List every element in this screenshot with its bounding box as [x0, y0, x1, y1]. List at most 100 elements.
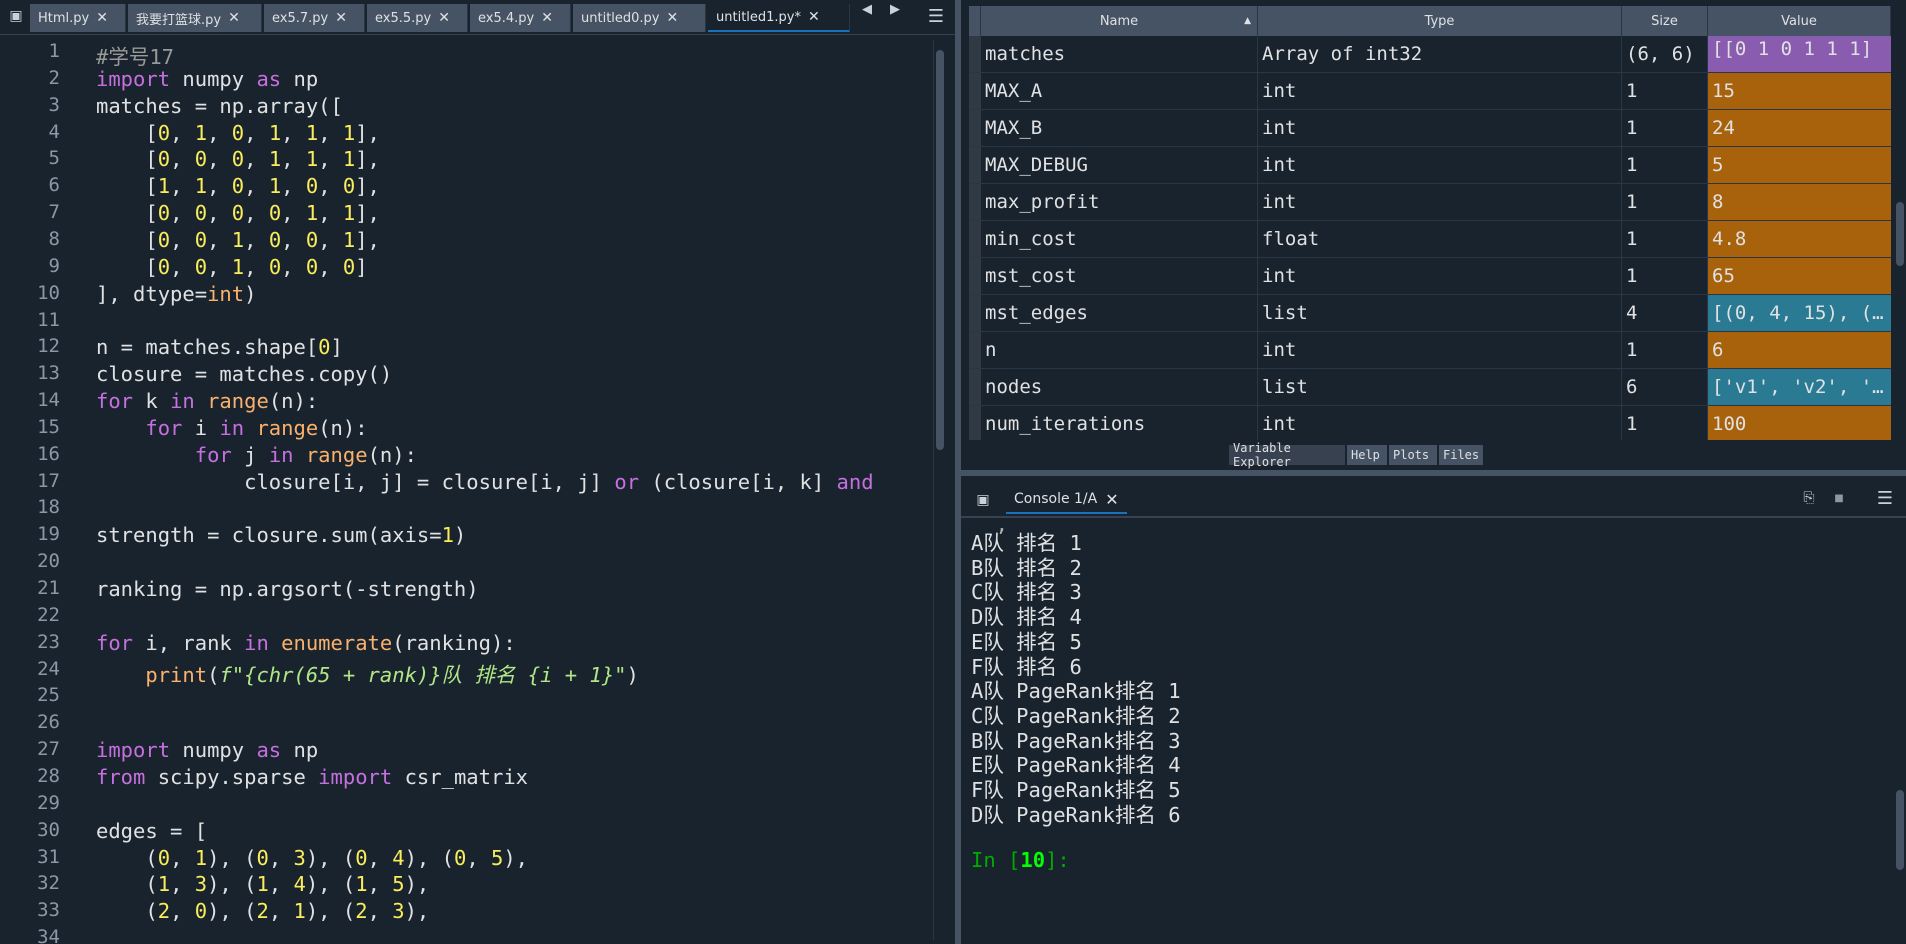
pane-tab[interactable]: Plots	[1389, 445, 1437, 465]
code-line[interactable]: ], dtype=int)	[96, 282, 256, 306]
code-line[interactable]: print(f"{chr(65 + rank)}队 排名 {i + 1}")	[96, 658, 638, 688]
variable-row[interactable]: mst_cost int 1 65	[969, 258, 1891, 295]
code-line[interactable]: closure[i, j] = closure[i, j] or (closur…	[96, 470, 873, 494]
pane-tab[interactable]: Variable Explorer	[1229, 441, 1345, 469]
close-icon[interactable]: ✕	[438, 10, 450, 26]
editor-tab[interactable]: untitled0.py ✕	[573, 4, 706, 32]
variable-value[interactable]: [(0, 4, 15), (…	[1708, 295, 1891, 331]
code-line[interactable]: (1, 3), (1, 4), (1, 5),	[96, 872, 429, 896]
code-line[interactable]: matches = np.array([	[96, 94, 343, 118]
variable-row[interactable]: min_cost float 1 4.8	[969, 221, 1891, 258]
column-header-name[interactable]: Name ▲	[981, 6, 1258, 36]
code-line[interactable]: [0, 0, 0, 0, 1, 1],	[96, 201, 380, 225]
variable-value[interactable]: 6	[1708, 332, 1891, 368]
variable-row[interactable]: MAX_A int 1 15	[969, 73, 1891, 110]
code-line[interactable]: [0, 0, 1, 0, 0, 1],	[96, 228, 380, 252]
variable-scrollbar[interactable]	[1895, 6, 1905, 440]
variable-scrollbar-thumb[interactable]	[1896, 202, 1904, 266]
variable-row[interactable]: MAX_B int 1 24	[969, 110, 1891, 147]
code-token: ,	[170, 254, 195, 279]
editor-tab[interactable]: ex5.4.py ✕	[470, 4, 571, 32]
variable-value[interactable]: 15	[1708, 73, 1891, 109]
code-line[interactable]: strength = closure.sum(axis=1)	[96, 523, 466, 547]
stop-icon[interactable]: ■	[1827, 486, 1851, 510]
clipboard-icon[interactable]: ⎘	[1797, 486, 1821, 510]
code-line[interactable]: for i, rank in enumerate(ranking):	[96, 631, 516, 655]
code-line[interactable]: [0, 0, 1, 0, 0, 0]	[96, 254, 367, 279]
variable-value[interactable]: 24	[1708, 110, 1891, 146]
column-header-value[interactable]: Value	[1708, 6, 1891, 36]
code-line[interactable]: for i in range(n):	[96, 416, 367, 440]
console-options-menu-icon[interactable]: ☰	[1873, 486, 1897, 510]
editor-scrollbar[interactable]	[933, 40, 946, 940]
console-prompt[interactable]: In [10]:	[971, 848, 1070, 872]
console-tab[interactable]: Console 1/A ✕	[1006, 486, 1127, 514]
code-line[interactable]: import numpy as np	[96, 67, 318, 91]
pane-tab[interactable]: Help	[1347, 445, 1387, 465]
code-line[interactable]: [0, 1, 0, 1, 1, 1],	[96, 121, 380, 145]
variable-value[interactable]: 5	[1708, 147, 1891, 183]
code-line[interactable]: (0, 1), (0, 3), (0, 4), (0, 5),	[96, 846, 528, 870]
tab-scroll-left-icon[interactable]: ◀	[862, 2, 872, 17]
editor-tab[interactable]: 我要打篮球.py ✕	[128, 4, 262, 32]
code-token: ,	[367, 845, 393, 870]
editor-options-menu-icon[interactable]: ☰	[924, 4, 948, 28]
editor-scrollbar-thumb[interactable]	[936, 50, 944, 450]
code-line[interactable]: for k in range(n):	[96, 389, 318, 413]
variable-row[interactable]: mst_edges list 4 [(0, 4, 15), (…	[969, 295, 1891, 332]
console-scrollbar[interactable]	[1895, 520, 1905, 944]
code-line[interactable]: for j in range(n):	[96, 443, 417, 467]
close-icon[interactable]: ✕	[667, 10, 679, 26]
variable-row[interactable]: MAX_DEBUG int 1 5	[969, 147, 1891, 184]
console-window-icon[interactable]: ▣	[971, 488, 995, 512]
editor-tab[interactable]: Html.py ✕	[30, 4, 126, 32]
code-line[interactable]: from scipy.sparse import csr_matrix	[96, 765, 528, 789]
close-icon[interactable]: ✕	[541, 10, 553, 26]
row-header	[969, 221, 981, 257]
variable-row[interactable]: nodes list 6 ['v1', 'v2', '…	[969, 369, 1891, 406]
code-line[interactable]: ranking = np.argsort(-strength)	[96, 577, 479, 601]
code-line[interactable]: (2, 0), (2, 1), (2, 3),	[96, 899, 429, 923]
variable-row[interactable]: num_iterations int 1 100	[969, 406, 1891, 440]
column-header-size[interactable]: Size	[1622, 6, 1708, 36]
variable-value[interactable]: 65	[1708, 258, 1891, 294]
code-line[interactable]: [0, 0, 0, 1, 1, 1],	[96, 147, 380, 171]
pane-tab[interactable]: Files	[1439, 445, 1483, 465]
pane-window-icon[interactable]: ▣	[4, 4, 28, 28]
code-token: ,	[281, 174, 306, 199]
editor-tab[interactable]: ex5.7.py ✕	[264, 4, 365, 32]
variable-value[interactable]: 100	[1708, 406, 1891, 440]
close-icon[interactable]: ✕	[96, 10, 108, 26]
variable-row[interactable]: matches Array of int32 (6, 6) [[0 1 0 1 1 1…	[969, 36, 1891, 73]
close-icon[interactable]: ✕	[1105, 490, 1118, 509]
variable-row[interactable]: n int 1 6	[969, 332, 1891, 369]
code-line[interactable]: #学号17	[96, 40, 174, 70]
code-line[interactable]: [1, 1, 0, 1, 0, 0],	[96, 174, 380, 198]
console-scrollbar-thumb[interactable]	[1896, 790, 1904, 870]
code-editor[interactable]: #学号17 import numpy as np matches = np.arra…	[96, 36, 930, 944]
close-icon[interactable]: ✕	[228, 10, 240, 26]
variable-value[interactable]: 8	[1708, 184, 1891, 220]
variable-name: mst_cost	[981, 258, 1258, 294]
tab-scroll-right-icon[interactable]: ▶	[890, 2, 900, 17]
variable-row[interactable]: max_profit int 1 8	[969, 184, 1891, 221]
code-token: ,	[367, 899, 393, 924]
row-header	[969, 332, 981, 368]
editor-tab[interactable]: ex5.5.py ✕	[367, 4, 468, 32]
variable-value[interactable]: 4.8	[1708, 221, 1891, 257]
column-header-type[interactable]: Type	[1258, 6, 1622, 36]
close-icon[interactable]: ✕	[335, 10, 347, 26]
editor-tab[interactable]: untitled1.py* ✕	[708, 4, 850, 32]
console-output[interactable]: , A队 排名 1 B队 排名 2 C队 排名 3 D队 排名 4 E队 排名 5 F队 …	[971, 524, 1851, 944]
line-number: 34	[37, 926, 60, 944]
close-icon[interactable]: ✕	[808, 9, 820, 25]
variable-value[interactable]: ['v1', 'v2', '…	[1708, 369, 1891, 405]
pane-tabs: Variable Explorer Help Plots Files	[961, 441, 1906, 469]
code-line[interactable]: closure = matches.copy()	[96, 362, 392, 386]
variable-value[interactable]: [[0 1 0 1 1 1]	[1708, 36, 1891, 72]
code-line[interactable]: import numpy as np	[96, 738, 318, 762]
code-line[interactable]: edges = [	[96, 819, 207, 843]
code-line[interactable]: n = matches.shape[0]	[96, 335, 343, 359]
code-token: ,	[281, 227, 306, 252]
